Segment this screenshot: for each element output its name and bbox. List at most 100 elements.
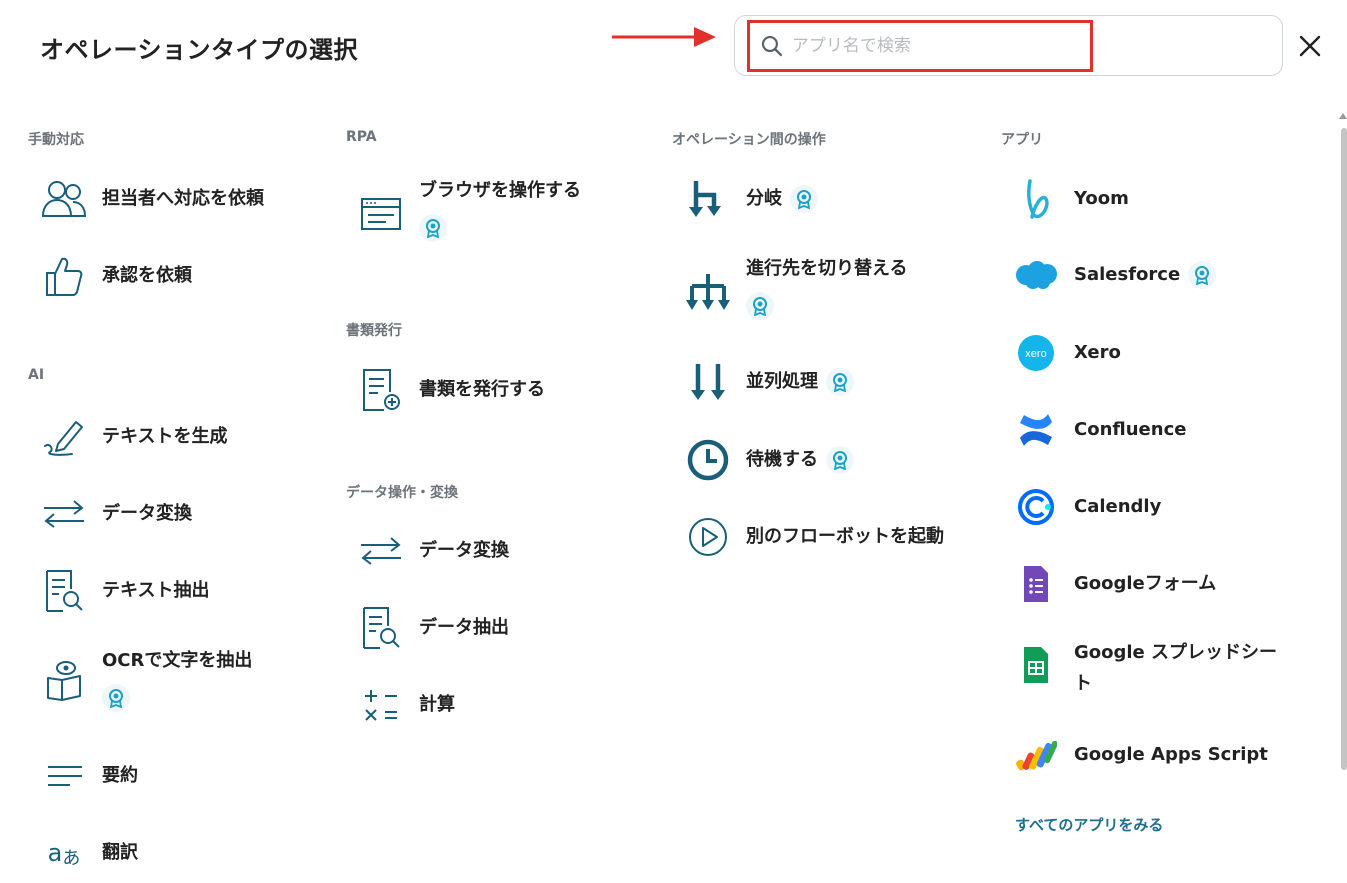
view-all-apps-link[interactable]: すべてのアプリをみる [1015, 814, 1163, 835]
op-item-label: 担当者へ対応を依頼 [102, 188, 264, 209]
op-item-label: 分岐 [746, 184, 818, 214]
op-item-label: 計算 [419, 694, 455, 715]
document-search-icon [40, 567, 88, 615]
op-item-label: データ変換 [102, 503, 192, 524]
op-item-label: データ抽出 [419, 617, 509, 638]
salesforce-logo-icon [1012, 251, 1060, 299]
parallel-icon [684, 358, 732, 406]
google-forms-icon [1012, 560, 1060, 608]
premium-badge-icon [790, 185, 818, 213]
op-item-label: 書類を発行する [419, 379, 545, 400]
op-item-browser[interactable]: ブラウザを操作する [357, 176, 581, 242]
section-heading-ops: オペレーション間の操作 [672, 132, 826, 148]
page-title: オペレーションタイプの選択 [40, 36, 359, 64]
app-item-calendly[interactable]: Calendly [1012, 483, 1161, 531]
op-item-launch-flowbot[interactable]: 別のフローボットを起動 [684, 513, 944, 561]
app-item-label: Yoom [1074, 188, 1129, 209]
lines-icon [40, 752, 88, 800]
document-search-icon [357, 604, 405, 652]
xero-logo-text: xero [1025, 348, 1046, 360]
search-highlight [747, 20, 1093, 72]
pen-icon [40, 413, 88, 461]
thumbs-up-icon [40, 252, 88, 300]
premium-badge-icon [419, 214, 447, 242]
swap-arrows-icon [357, 527, 405, 575]
app-item-label: Google Apps Script [1074, 744, 1268, 765]
search-input[interactable] [791, 36, 1090, 56]
op-item-calculate[interactable]: 計算 [357, 681, 455, 729]
section-heading-apps: アプリ [1001, 132, 1043, 148]
op-item-generate-text[interactable]: テキストを生成 [40, 413, 227, 461]
search-container [734, 15, 1283, 76]
calendly-logo-icon [1012, 483, 1060, 531]
op-item-ocr[interactable]: OCRで文字を抽出 [40, 646, 252, 712]
premium-badge-icon [826, 446, 854, 474]
section-heading-manual: 手動対応 [28, 132, 84, 148]
google-apps-script-icon [1012, 731, 1060, 779]
app-item-xero[interactable]: xero Xero [1012, 329, 1121, 377]
app-item-google-forms[interactable]: Googleフォーム [1012, 560, 1216, 608]
op-item-label: 待機する [746, 445, 854, 475]
op-item-parallel[interactable]: 並列処理 [684, 358, 854, 406]
app-item-yoom[interactable]: Yoom [1012, 175, 1129, 223]
document-add-icon [357, 366, 405, 414]
premium-badge-icon [826, 368, 854, 396]
app-item-label: Google スプレッドシート [1074, 642, 1278, 694]
swap-arrows-icon [40, 490, 88, 538]
op-item-label: テキストを生成 [102, 426, 228, 447]
premium-badge-icon [1188, 261, 1217, 289]
translate-icon: aあ [47, 839, 81, 869]
op-item-extract-text[interactable]: テキスト抽出 [40, 567, 209, 615]
app-item-confluence[interactable]: Confluence [1012, 406, 1186, 454]
confluence-logo-icon [1012, 406, 1060, 454]
op-item-branch[interactable]: 分岐 [684, 175, 818, 223]
op-item-data-extract[interactable]: データ抽出 [357, 604, 509, 652]
search-icon [761, 35, 783, 57]
app-item-label: Salesforce [1074, 260, 1217, 290]
op-item-approval[interactable]: 承認を依頼 [40, 252, 192, 300]
people-icon [40, 175, 88, 223]
op-item-ai-data-convert[interactable]: データ変換 [40, 490, 192, 538]
op-item-request-task[interactable]: 担当者へ対応を依頼 [40, 175, 264, 223]
op-item-summarize[interactable]: 要約 [40, 752, 138, 800]
op-item-switch-destination[interactable]: 進行先を切り替える [684, 254, 907, 320]
app-item-salesforce[interactable]: Salesforce [1012, 251, 1217, 299]
clock-icon [684, 436, 732, 484]
op-item-wait[interactable]: 待機する [684, 436, 854, 484]
play-icon [684, 513, 732, 561]
section-heading-data: データ操作・変換 [346, 485, 458, 501]
op-item-translate[interactable]: aあ 翻訳 [40, 829, 138, 877]
op-item-label: 翻訳 [102, 842, 138, 863]
op-item-label: 別のフローボットを起動 [746, 526, 944, 547]
app-item-label: Xero [1074, 342, 1121, 363]
app-item-label: Googleフォーム [1074, 573, 1217, 594]
app-item-google-sheets[interactable]: Google スプレッドシート [1012, 637, 1289, 699]
premium-badge-icon [102, 684, 130, 712]
section-heading-rpa: RPA [346, 129, 377, 145]
google-sheets-icon [1012, 641, 1060, 689]
calculator-icon [357, 681, 405, 729]
op-item-label: テキスト抽出 [102, 580, 210, 601]
browser-icon [357, 190, 405, 238]
op-item-data-convert[interactable]: データ変換 [357, 527, 509, 575]
app-item-label: Calendly [1074, 496, 1162, 517]
op-item-label: 並列処理 [746, 367, 854, 397]
op-item-label: 進行先を切り替える [746, 258, 908, 279]
section-heading-ai: AI [28, 367, 45, 383]
annotation-arrow-icon [612, 27, 716, 47]
section-heading-docs: 書類発行 [346, 323, 402, 339]
scroll-up-arrow-icon[interactable] [1339, 112, 1347, 120]
branch-icon [684, 175, 732, 223]
scrollbar-thumb[interactable] [1341, 128, 1347, 770]
op-item-label: データ変換 [419, 540, 509, 561]
op-item-label: ブラウザを操作する [419, 180, 581, 201]
op-item-label: 承認を依頼 [102, 265, 192, 286]
app-item-label: Confluence [1074, 419, 1187, 440]
op-item-label: 要約 [102, 765, 138, 786]
op-item-label: OCRで文字を抽出 [102, 650, 253, 671]
close-icon[interactable] [1296, 32, 1324, 60]
book-eye-icon [40, 656, 88, 704]
op-item-issue-document[interactable]: 書類を発行する [357, 366, 545, 414]
app-item-google-apps-script[interactable]: Google Apps Script [1012, 731, 1268, 779]
premium-badge-icon [746, 292, 774, 320]
